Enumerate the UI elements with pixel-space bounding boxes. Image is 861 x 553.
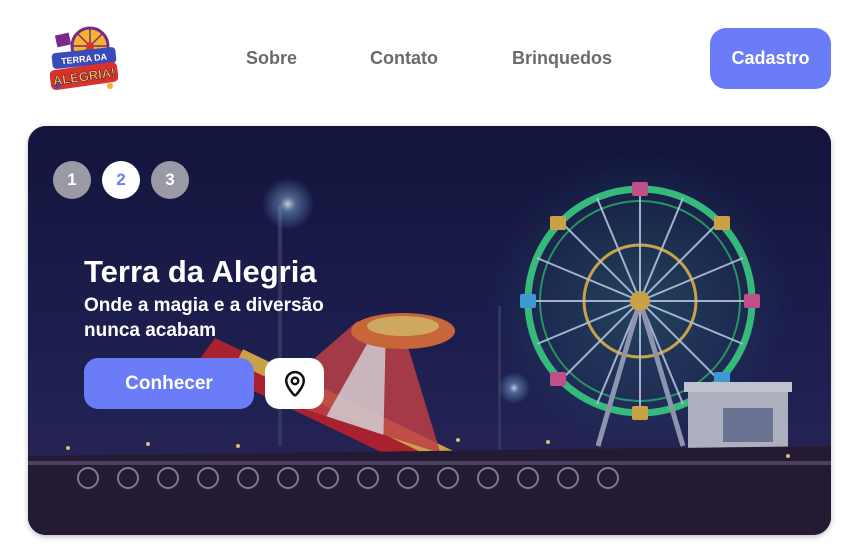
slide-indicator-3[interactable]: 3 <box>151 161 189 199</box>
hero-title: Terra da Alegria <box>84 254 317 289</box>
cadastro-button[interactable]: Cadastro <box>710 28 831 89</box>
slide-indicator-1[interactable]: 1 <box>53 161 91 199</box>
nav-link-contato[interactable]: Contato <box>370 48 438 69</box>
slide-indicator-2[interactable]: 2 <box>102 161 140 199</box>
conhecer-button[interactable]: Conhecer <box>84 358 254 409</box>
map-pin-icon <box>284 370 305 397</box>
hero-banner: 1 2 3 Terra da Alegria Onde a magia e a … <box>28 126 831 535</box>
hero-subtitle: Onde a magia e a diversão nunca acabam <box>84 295 324 341</box>
nav-link-brinquedos[interactable]: Brinquedos <box>512 48 612 69</box>
nav-link-sobre[interactable]: Sobre <box>246 48 297 69</box>
ferris-wheel-logo-icon: TERRA DA ALEGRIA! <box>49 26 119 90</box>
location-button[interactable] <box>265 358 324 409</box>
brand-logo[interactable]: TERRA DA ALEGRIA! <box>49 24 119 92</box>
